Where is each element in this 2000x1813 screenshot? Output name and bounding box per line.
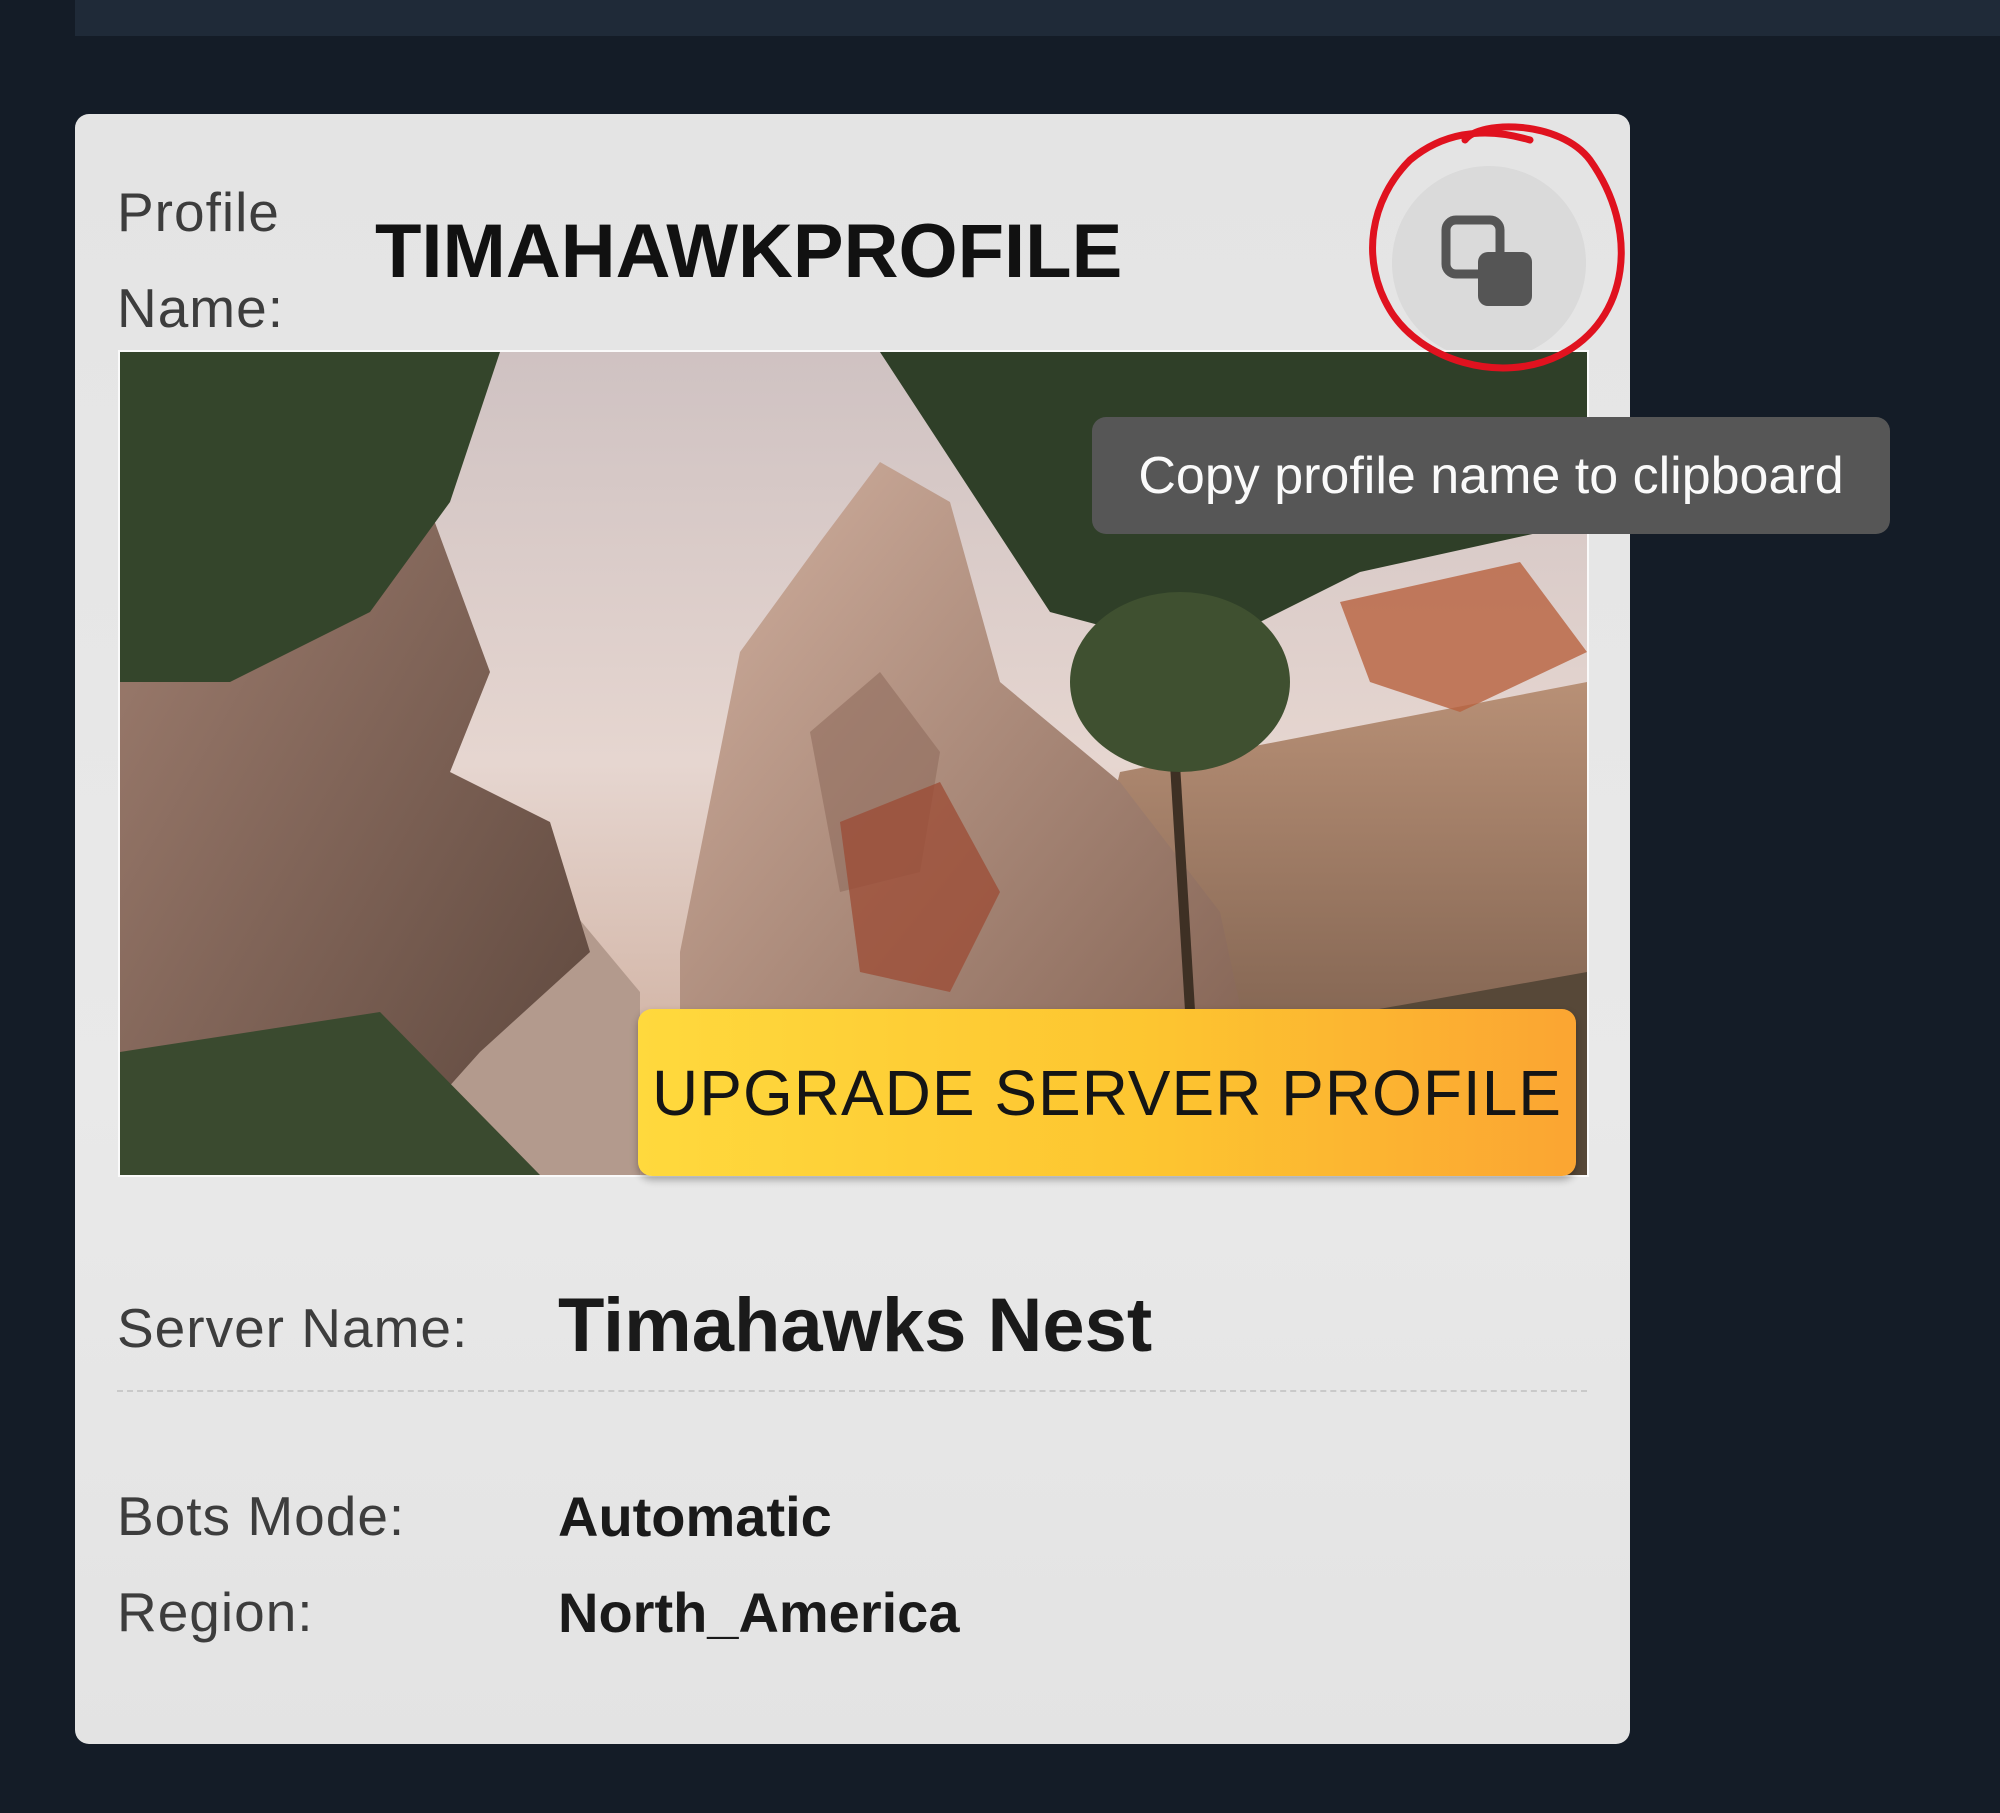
- copy-icon: [1441, 215, 1532, 306]
- region-value: North_America: [558, 1581, 960, 1644]
- copy-profile-name-button[interactable]: [1392, 166, 1586, 360]
- divider: [117, 1390, 1587, 1392]
- server-name-label: Server Name:: [117, 1297, 469, 1359]
- profile-name-label: Profile Name:: [117, 181, 284, 339]
- region-label: Region:: [117, 1581, 314, 1643]
- bots-mode-label: Bots Mode:: [117, 1485, 406, 1547]
- copy-tooltip: Copy profile name to clipboard: [1092, 417, 1890, 534]
- profile-name-value: TIMAHAWKPROFILE: [375, 209, 1123, 294]
- upgrade-server-profile-button[interactable]: UPGRADE SERVER PROFILE: [638, 1009, 1576, 1176]
- server-profile-card: Profile Name: TIMAHAWKPROFILE UPGRADE SE…: [75, 114, 1630, 1744]
- bots-mode-value: Automatic: [558, 1485, 832, 1548]
- top-header-bar: [75, 0, 2000, 36]
- server-name-value: Timahawks Nest: [558, 1283, 1153, 1368]
